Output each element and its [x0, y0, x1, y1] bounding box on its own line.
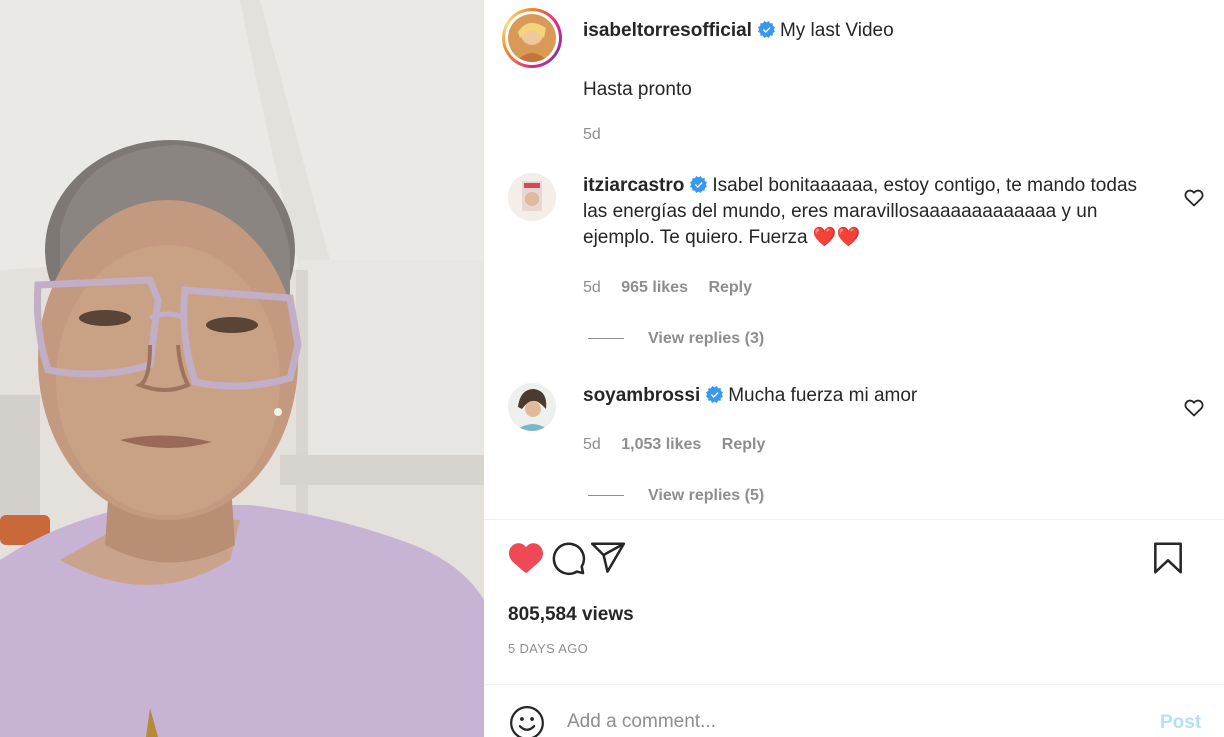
comment-time[interactable]: 5d	[583, 279, 601, 296]
comments-divider	[484, 519, 1224, 520]
comment-meta: 5d 965 likes Reply	[583, 279, 768, 297]
comment-body: itziarcastro Isabel bonitaaaaaa, estoy co…	[583, 173, 1163, 251]
add-comment-divider	[484, 684, 1224, 685]
reply-button[interactable]: Reply	[708, 279, 752, 296]
like-button[interactable]	[506, 538, 546, 578]
comment-button[interactable]	[548, 538, 588, 578]
caption-header: isabeltorresofficial My last Video	[583, 18, 894, 44]
caption-body: Hasta pronto	[583, 79, 692, 100]
view-replies-label: View replies (5)	[648, 487, 765, 504]
comment-likes[interactable]: 965 likes	[621, 279, 688, 296]
caption-timestamp[interactable]: 5d	[583, 126, 601, 144]
reply-button[interactable]: Reply	[722, 436, 766, 453]
verified-badge-icon	[757, 21, 775, 38]
commenter-avatar[interactable]	[508, 383, 556, 431]
video-frame-illustration	[0, 0, 484, 737]
commenter-username[interactable]: itziarcastro	[583, 175, 684, 196]
caption-title: My last Video	[779, 20, 894, 41]
verified-badge-icon	[706, 386, 724, 403]
post-video[interactable]	[0, 0, 484, 737]
view-count[interactable]: 805,584 views	[508, 604, 634, 626]
comment-meta: 5d 1,053 likes Reply	[583, 436, 781, 454]
share-button[interactable]	[588, 538, 628, 578]
post-date[interactable]: 5 DAYS AGO	[508, 641, 588, 656]
commenter-avatar[interactable]	[508, 173, 556, 221]
comment-body: soyambrossi Mucha fuerza mi amor	[583, 383, 1163, 409]
save-button[interactable]	[1148, 538, 1188, 578]
view-replies-button[interactable]: View replies (5)	[588, 487, 764, 505]
comment-likes[interactable]: 1,053 likes	[621, 436, 701, 453]
post-comment-button[interactable]: Post	[1160, 712, 1201, 734]
replies-divider	[588, 495, 624, 497]
replies-divider	[588, 338, 624, 340]
emoji-icon[interactable]	[508, 704, 546, 737]
commenter-username[interactable]: soyambrossi	[583, 385, 700, 406]
view-replies-button[interactable]: View replies (3)	[588, 330, 764, 348]
post-sidebar: isabeltorresofficial My last Video Hasta …	[484, 0, 1224, 737]
author-avatar[interactable]	[502, 8, 562, 68]
share-icon	[590, 542, 626, 573]
comment-input[interactable]	[567, 706, 1127, 737]
heart-filled-icon	[509, 543, 543, 573]
comment-text: Mucha fuerza mi amor	[728, 385, 918, 406]
like-comment-heart-icon[interactable]	[1182, 185, 1206, 209]
view-replies-label: View replies (3)	[648, 330, 765, 347]
bookmark-icon	[1154, 542, 1182, 574]
author-username[interactable]: isabeltorresofficial	[583, 20, 752, 41]
add-comment-form: Post	[508, 702, 1208, 737]
verified-badge-icon	[690, 176, 708, 193]
comment-icon	[552, 542, 586, 576]
like-comment-heart-icon[interactable]	[1182, 395, 1206, 419]
comment-time[interactable]: 5d	[583, 436, 601, 453]
action-bar	[508, 538, 1208, 582]
